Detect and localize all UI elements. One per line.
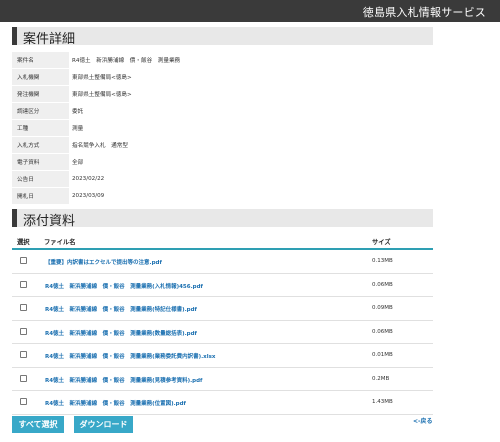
site-title: 徳島県入札情報サービス — [362, 6, 486, 19]
file-row: R4徳土 新浜勝浦線 價・飯谷 測量業務(数量総括表).pdf 0.06MB — [12, 321, 433, 344]
select-all-button[interactable]: すべて選択 — [12, 416, 64, 433]
detail-label: 電子資料 — [12, 153, 69, 171]
detail-label: 入札方式 — [12, 136, 69, 154]
file-size: 0.01MB — [372, 352, 393, 358]
download-button[interactable]: ダウンロード — [74, 416, 133, 433]
file-checkbox[interactable] — [20, 304, 27, 311]
file-size: 0.06MB — [372, 328, 393, 335]
detail-value: 委託 — [69, 102, 433, 120]
detail-label: 発注機関 — [12, 85, 69, 103]
detail-row: 電子資料 全部 — [12, 153, 433, 171]
detail-label: 調達区分 — [12, 102, 69, 120]
file-checkbox[interactable] — [20, 398, 27, 405]
file-row: R4徳土 新浜勝浦線 價・飯谷 測量業務(特記仕様書).pdf 0.09MB — [12, 297, 433, 321]
detail-label: 入札機関 — [12, 68, 69, 86]
detail-value: 指名競争入札 通常型 — [69, 136, 433, 154]
file-link[interactable]: R4徳土 新浜勝浦線 價・飯谷 測量業務(見積参考資料).pdf — [45, 376, 202, 384]
file-link[interactable]: 【重要】内訳書はエクセルで提出等の注意.pdf — [45, 258, 162, 266]
back-link[interactable]: <-戻る — [413, 416, 433, 425]
file-row: R4徳土 新浜勝浦線 價・飯谷 測量業務(見積参考資料).pdf 0.2MB — [12, 368, 433, 391]
file-link[interactable]: R4徳土 新浜勝浦線 價・飯谷 測量業務(業務委託費内訳書).xlsx — [45, 352, 215, 360]
section-marker — [12, 209, 17, 227]
file-row: R4徳土 新浜勝浦線 價・飯谷 測量業務(業務委託費内訳書).xlsx 0.01M… — [12, 344, 433, 368]
file-size: 0.06MB — [372, 281, 393, 288]
detail-section-header: 案件詳細 — [12, 27, 433, 47]
detail-row: 調達区分 委託 — [12, 102, 433, 120]
file-row: R4徳土 新浜勝浦線 價・飯谷 測量業務(入札情報)456.pdf 0.06MB — [12, 274, 433, 297]
file-link[interactable]: R4徳土 新浜勝浦線 價・飯谷 測量業務(位置図).pdf — [45, 399, 186, 407]
attachments-section-header: 添付資料 — [12, 209, 433, 229]
detail-row: 案件名 R4徳土 新浜勝浦線 價・飯谷 測量業務 — [12, 52, 433, 69]
detail-value: 東部県土整備局<徳島> — [69, 85, 433, 103]
file-checkbox[interactable] — [20, 351, 27, 358]
file-checkbox[interactable] — [20, 327, 27, 335]
detail-row: 工種 測量 — [12, 119, 433, 137]
detail-value: R4徳土 新浜勝浦線 價・飯谷 測量業務 — [69, 52, 433, 69]
detail-value: 2023/02/22 — [69, 170, 433, 188]
col-size: サイズ — [372, 239, 391, 246]
file-size: 0.13MB — [372, 258, 393, 264]
attachments-table-header: 選択 ファイル名 サイズ — [12, 234, 433, 250]
detail-value: 2023/03/09 — [69, 187, 433, 205]
col-filename: ファイル名 — [44, 239, 76, 246]
section-marker — [12, 27, 17, 45]
detail-heading: 案件詳細 — [23, 32, 76, 47]
attachments-table: 選択 ファイル名 サイズ 【重要】内訳書はエクセルで提出等の注意.pdf 0.13… — [12, 234, 433, 415]
detail-label: 開札日 — [12, 187, 69, 205]
attachments-heading: 添付資料 — [23, 214, 76, 229]
file-link[interactable]: R4徳土 新浜勝浦線 價・飯谷 測量業務(数量総括表).pdf — [45, 329, 197, 337]
detail-label: 工種 — [12, 119, 69, 137]
col-select: 選択 — [17, 239, 30, 246]
detail-label: 公告日 — [12, 170, 69, 188]
file-row: 【重要】内訳書はエクセルで提出等の注意.pdf 0.13MB — [12, 250, 433, 274]
top-bar: 徳島県入札情報サービス — [0, 0, 500, 22]
file-size: 0.09MB — [372, 305, 393, 311]
file-size: 1.43MB — [372, 399, 393, 405]
detail-label: 案件名 — [12, 52, 69, 69]
detail-value: 測量 — [69, 119, 433, 137]
detail-row: 発注機関 東部県土整備局<徳島> — [12, 85, 433, 103]
file-checkbox[interactable] — [20, 374, 27, 382]
detail-value: 全部 — [69, 153, 433, 171]
file-row: R4徳土 新浜勝浦線 價・飯谷 測量業務(位置図).pdf 1.43MB — [12, 391, 433, 415]
file-checkbox[interactable] — [20, 257, 27, 264]
detail-row: 入札方式 指名競争入札 通常型 — [12, 136, 433, 154]
detail-value: 東部県土整備局<徳島> — [69, 68, 433, 86]
file-checkbox[interactable] — [20, 280, 27, 288]
detail-row: 公告日 2023/02/22 — [12, 170, 433, 188]
detail-row: 入札機関 東部県土整備局<徳島> — [12, 68, 433, 86]
file-link[interactable]: R4徳土 新浜勝浦線 價・飯谷 測量業務(入札情報)456.pdf — [45, 282, 203, 290]
detail-table: 案件名 R4徳土 新浜勝浦線 價・飯谷 測量業務 入札機関 東部県土整備局<徳島> 発注… — [12, 52, 433, 205]
file-link[interactable]: R4徳土 新浜勝浦線 價・飯谷 測量業務(特記仕様書).pdf — [45, 305, 197, 313]
detail-row: 開札日 2023/03/09 — [12, 187, 433, 205]
file-size: 0.2MB — [372, 375, 390, 382]
